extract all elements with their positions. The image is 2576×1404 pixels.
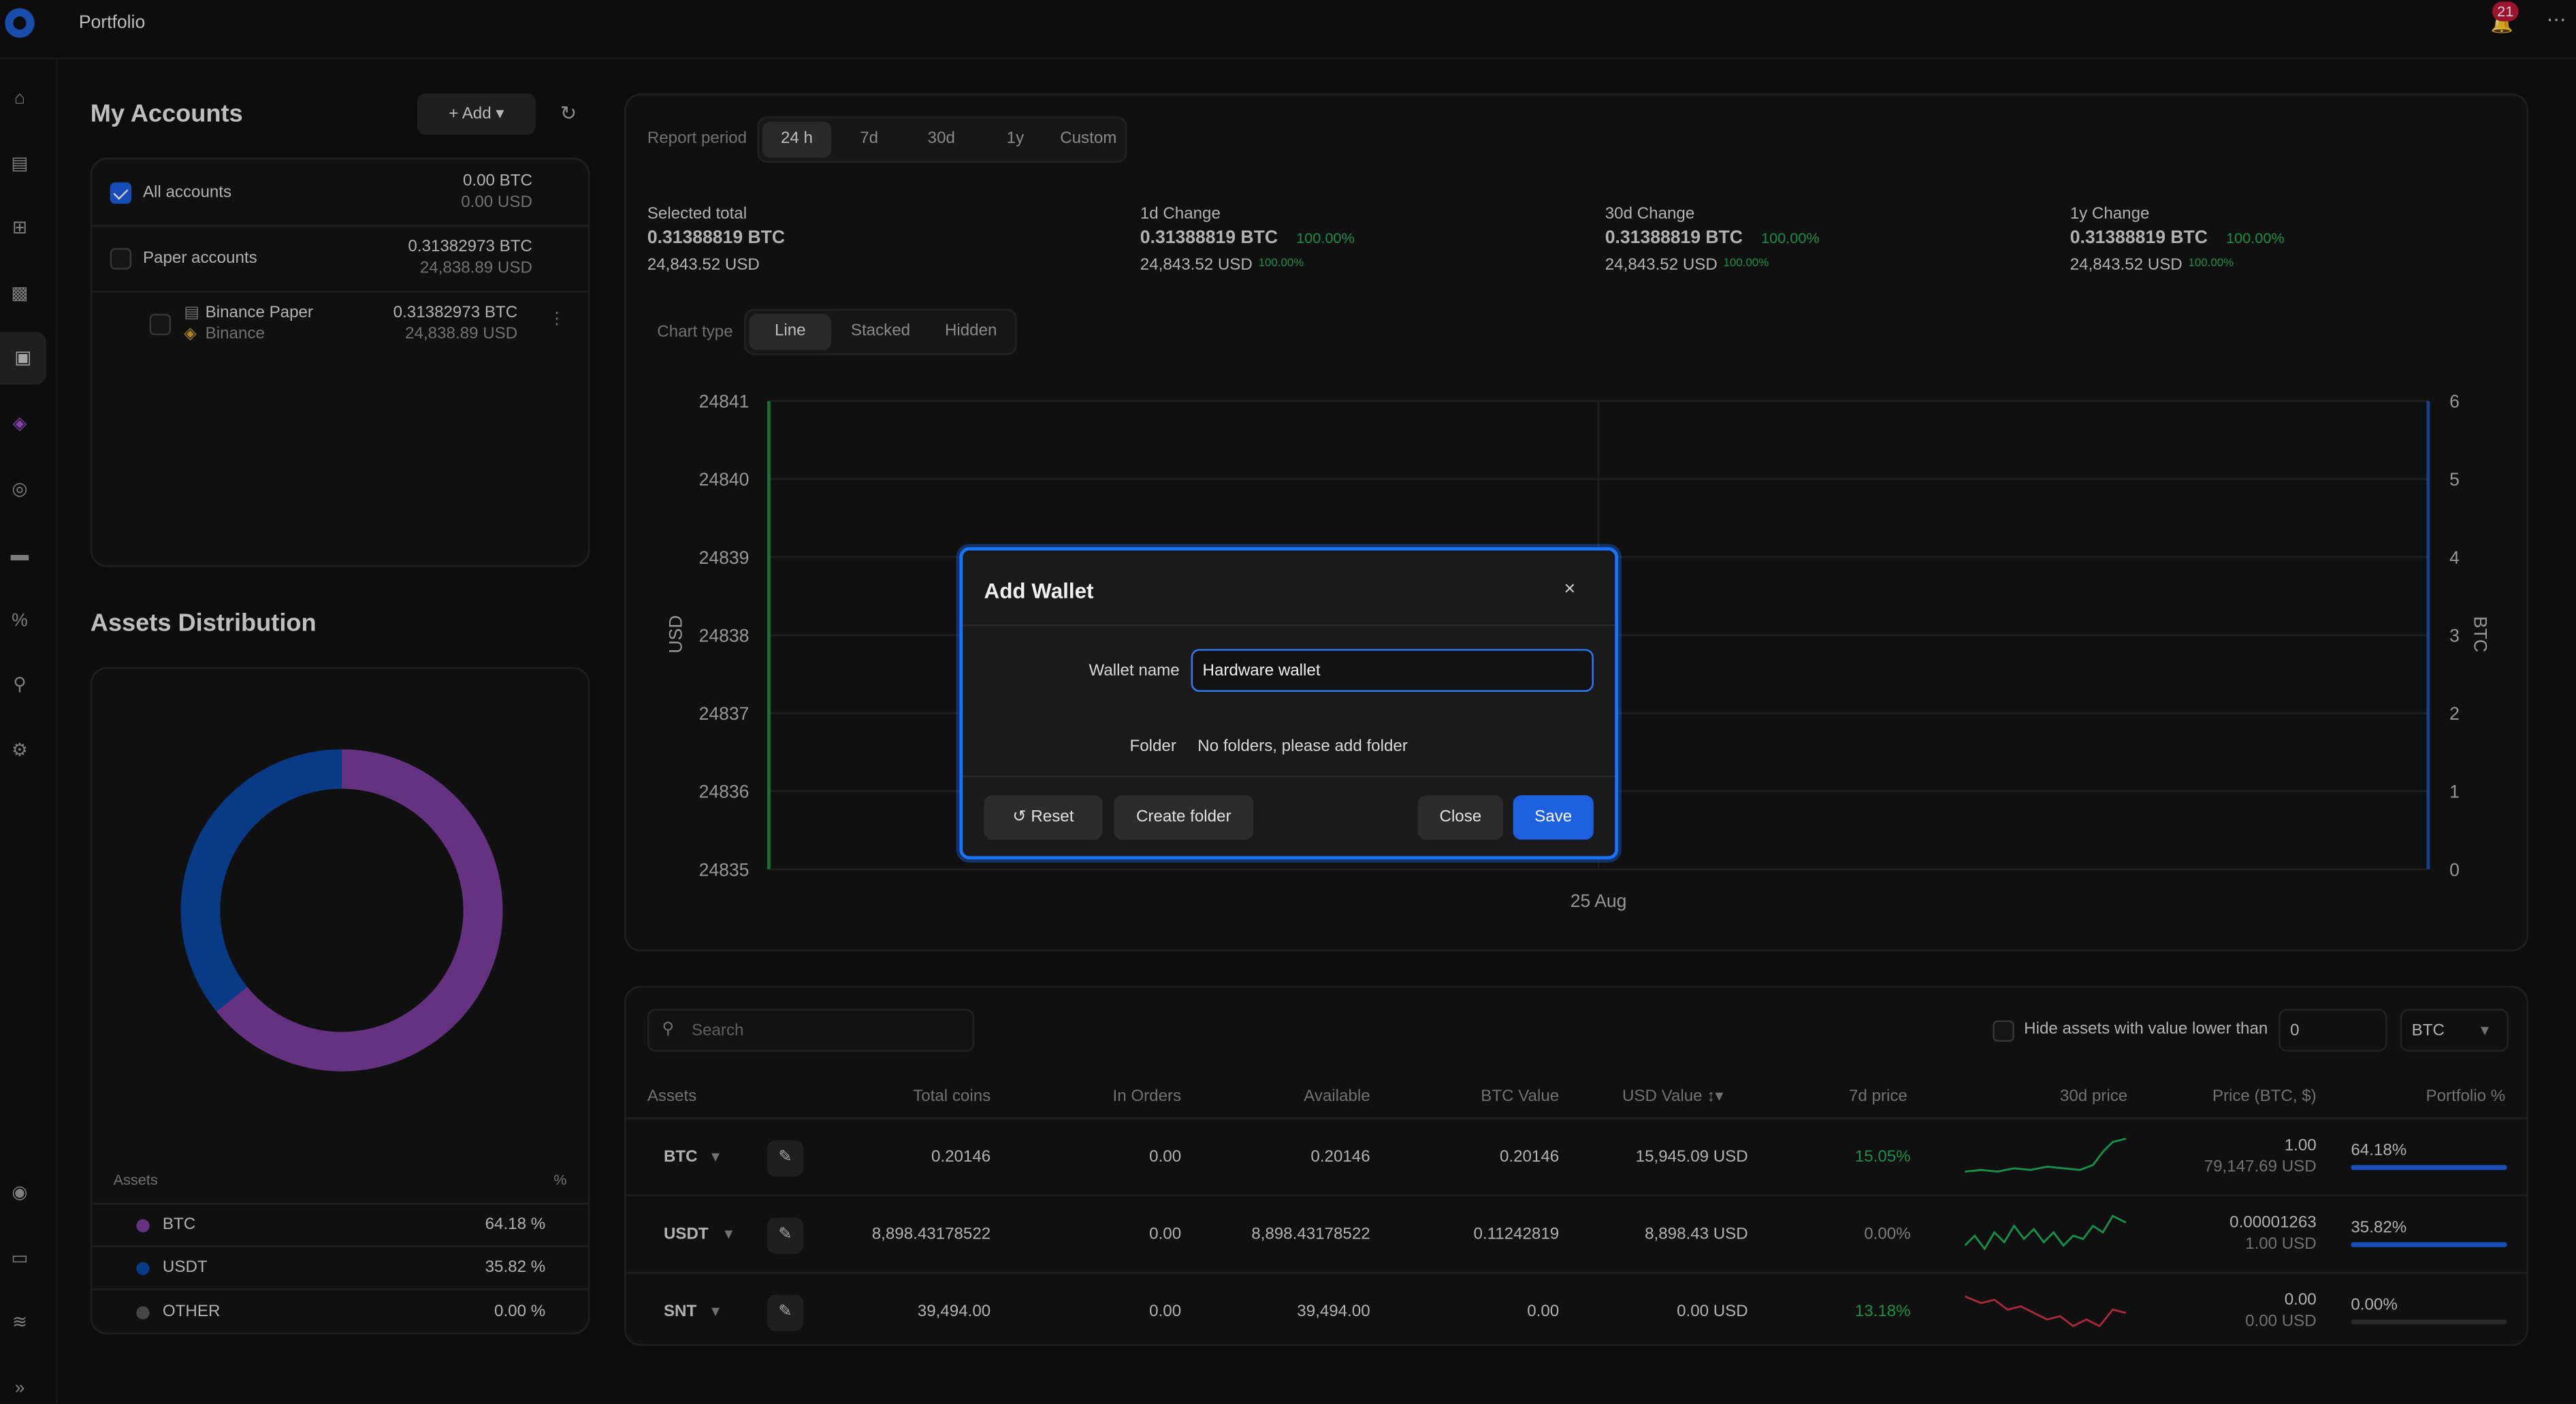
- wallet-name-input[interactable]: [1191, 649, 1594, 692]
- create-folder-button[interactable]: Create folder: [1114, 795, 1254, 840]
- save-button[interactable]: Save: [1513, 795, 1594, 840]
- undo-icon: ↺: [1012, 808, 1031, 827]
- app-window: Portfolio 🔔 21 ⋯ ⌂ ▤ ⊞ ▩ ▣ ◈ ◎ ▬ % ⚲ ⚙ ◉…: [0, 0, 2576, 1403]
- add-wallet-dialog: Add Wallet × Wallet name Folder No folde…: [959, 547, 1619, 860]
- close-icon[interactable]: ×: [1564, 577, 1575, 600]
- reset-button[interactable]: ↺ Reset: [984, 795, 1103, 840]
- folder-label: Folder: [1129, 737, 1176, 756]
- wallet-name-label: Wallet name: [1089, 662, 1180, 681]
- divider: [963, 624, 1615, 626]
- divider: [963, 776, 1615, 778]
- close-button[interactable]: Close: [1417, 795, 1504, 840]
- folder-empty-message: No folders, please add folder: [1197, 737, 1408, 756]
- dialog-title: Add Wallet: [984, 578, 1094, 603]
